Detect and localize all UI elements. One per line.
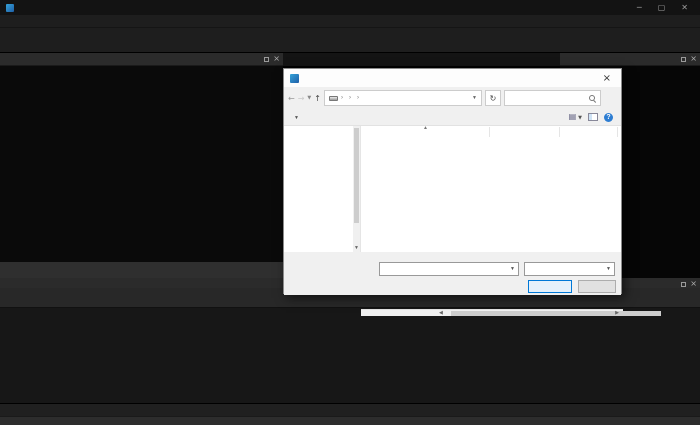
sidebar-scrollbar[interactable]: ▼ [353,126,360,252]
organize-button[interactable]: ▼ [292,114,299,121]
scrollbar-thumb[interactable] [354,128,359,223]
file-list: ▲ ◀ ▶ [360,125,661,316]
scroll-down-icon[interactable]: ▼ [353,245,360,251]
address-breadcrumb[interactable]: › › › ▼ [323,90,482,106]
status-bar [0,416,700,425]
maximize-icon[interactable]: ▢ [658,3,666,12]
file-list-header: ▲ [361,125,623,138]
chevron-down-icon: ▼ [606,266,611,272]
bottom-dock-tabs [0,403,700,416]
history-dropdown-icon[interactable]: ▼ [307,95,311,101]
cancel-button[interactable] [578,280,616,293]
playlist-panel-header: × [0,53,283,66]
dialog-body: ▼ ▲ ◀ ▶ [284,125,661,316]
scrollbar-thumb[interactable] [451,311,661,316]
float-panel-icon[interactable] [264,56,270,62]
player-area-top [283,53,560,66]
chevron-down-icon: ▼ [294,114,299,121]
file-name-input[interactable]: ▼ [379,262,519,276]
jobs-panel-header: × [560,53,700,66]
horizontal-scrollbar[interactable]: ◀ ▶ [361,309,661,317]
float-panel-icon[interactable] [681,56,687,62]
forward-icon[interactable]: → [298,94,305,103]
window-controls: ─ ▢ ✕ [637,3,694,12]
close-panel-icon[interactable]: × [690,55,697,63]
minimize-icon[interactable]: ─ [637,3,642,12]
title-bar: ─ ▢ ✕ [0,0,700,15]
file-type-select[interactable]: ▼ [524,262,615,276]
close-panel-icon[interactable]: × [273,55,280,63]
open-button[interactable] [528,280,572,293]
timeline-tracks-area[interactable] [0,308,700,403]
playlist-help-text [0,66,283,262]
refresh-icon[interactable]: ↻ [484,90,501,106]
open-file-dialog: × ← → ▼ ↑ › › › ▼ ↻ ▼ ▤ ▼ ? ▼ ▲ ◀ ▶ ▼ ▼ [283,68,661,316]
close-icon[interactable]: ✕ [681,3,688,12]
float-panel-icon[interactable] [681,281,687,287]
scroll-right-icon[interactable]: ▶ [615,310,619,317]
dialog-title-bar: × [284,69,621,87]
places-sidebar [284,126,353,252]
preview-pane-icon[interactable] [588,113,598,121]
playlist-toolbar [0,262,283,278]
drive-icon [328,95,338,101]
help-icon[interactable]: ? [604,112,613,122]
menu-bar [0,15,700,28]
layout-mode-switcher [696,29,700,51]
chevron-down-icon[interactable]: ▼ [510,266,515,272]
change-view-button[interactable]: ▤ ▼ [569,112,582,122]
dialog-close-icon[interactable]: × [599,73,615,84]
main-toolbar [0,28,700,53]
dialog-footer: ▼ ▼ [284,259,621,295]
sort-ascending-icon: ▲ [423,125,428,131]
dialog-app-icon [290,73,299,83]
dialog-command-bar: ▼ ▤ ▼ ? [284,109,621,126]
breadcrumb-dropdown-icon[interactable]: ▼ [472,95,477,101]
up-icon[interactable]: ↑ [314,94,321,103]
close-panel-icon[interactable]: × [690,280,697,288]
dialog-navigation-bar: ← → ▼ ↑ › › › ▼ ↻ [284,87,621,109]
scroll-left-icon[interactable]: ◀ [439,310,443,317]
search-icon [588,94,597,103]
back-icon[interactable]: ← [288,94,295,103]
search-input[interactable] [503,90,601,106]
app-icon [6,3,14,12]
